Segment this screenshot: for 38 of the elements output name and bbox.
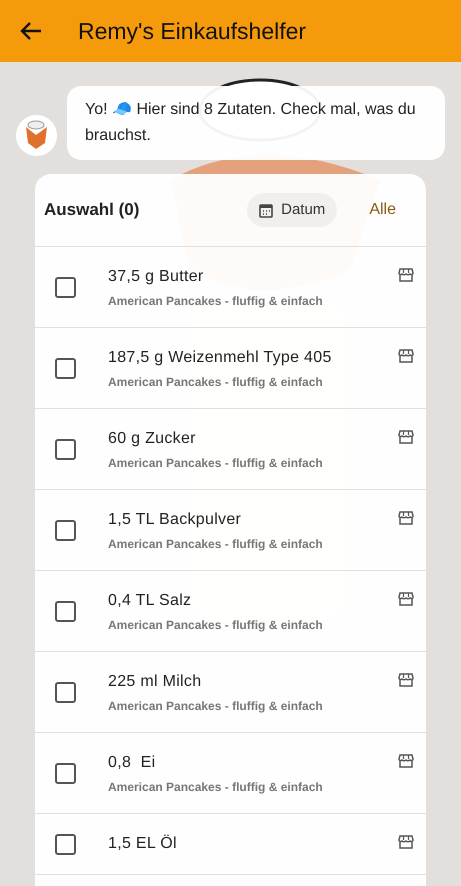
- store-icon[interactable]: [398, 673, 414, 687]
- store-icon[interactable]: [398, 754, 414, 768]
- selection-count: Auswahl (0): [44, 199, 140, 222]
- ingredient-name: 0,4 TL Salz: [108, 591, 192, 611]
- ingredient-name: 37,5 g Butter: [108, 267, 205, 287]
- recipe-name: American Pancakes - fluffig & einfach: [108, 536, 324, 553]
- recipe-name: American Pancakes - fluffig & einfach: [108, 617, 324, 634]
- back-arrow-icon[interactable]: [20, 21, 42, 41]
- ingredient-name: 60 g Zucker: [108, 429, 197, 449]
- recipe-name: American Pancakes - fluffig & einfach: [108, 455, 324, 472]
- date-button[interactable]: Datum: [247, 193, 338, 227]
- recipe-name: American Pancakes - fluffig & einfach: [108, 293, 324, 310]
- chat-message: Yo! 🧢 Hier sind 8 Zutaten. Check mal, was du brauchst.: [85, 100, 417, 146]
- recipe-name: American Pancakes - fluffig & einfach: [108, 698, 324, 715]
- store-icon[interactable]: [398, 430, 414, 444]
- store-icon[interactable]: [398, 592, 414, 606]
- store-icon[interactable]: [398, 511, 414, 525]
- ingredient-name: 1,5 EL Öl: [108, 834, 178, 854]
- calendar-icon: [259, 202, 274, 218]
- store-icon[interactable]: [398, 349, 414, 363]
- select-all-button[interactable]: Alle: [369, 198, 396, 222]
- checkbox[interactable]: [55, 600, 76, 622]
- checkbox[interactable]: [55, 276, 76, 298]
- store-icon[interactable]: [398, 268, 414, 282]
- ingredient-name: 1,5 TL Backpulver: [108, 510, 242, 530]
- checkbox[interactable]: [55, 762, 76, 784]
- checkbox[interactable]: [55, 682, 76, 702]
- recipe-name: American Pancakes - fluffig & einfach: [108, 779, 324, 796]
- ingredient-name: 0,8 Ei: [108, 753, 156, 773]
- checkbox[interactable]: [55, 358, 76, 378]
- ingredient-name: 187,5 g Weizenmehl Type 405: [108, 348, 333, 368]
- store-icon[interactable]: [398, 835, 414, 849]
- ingredient-name: 225 ml Milch: [108, 672, 202, 692]
- app-title: Remy's Einkaufshelfer: [78, 16, 306, 46]
- recipe-name: American Pancakes - fluffig & einfach: [108, 374, 324, 391]
- checkbox[interactable]: [55, 438, 76, 460]
- checkbox[interactable]: [55, 834, 76, 854]
- checkbox[interactable]: [55, 520, 76, 540]
